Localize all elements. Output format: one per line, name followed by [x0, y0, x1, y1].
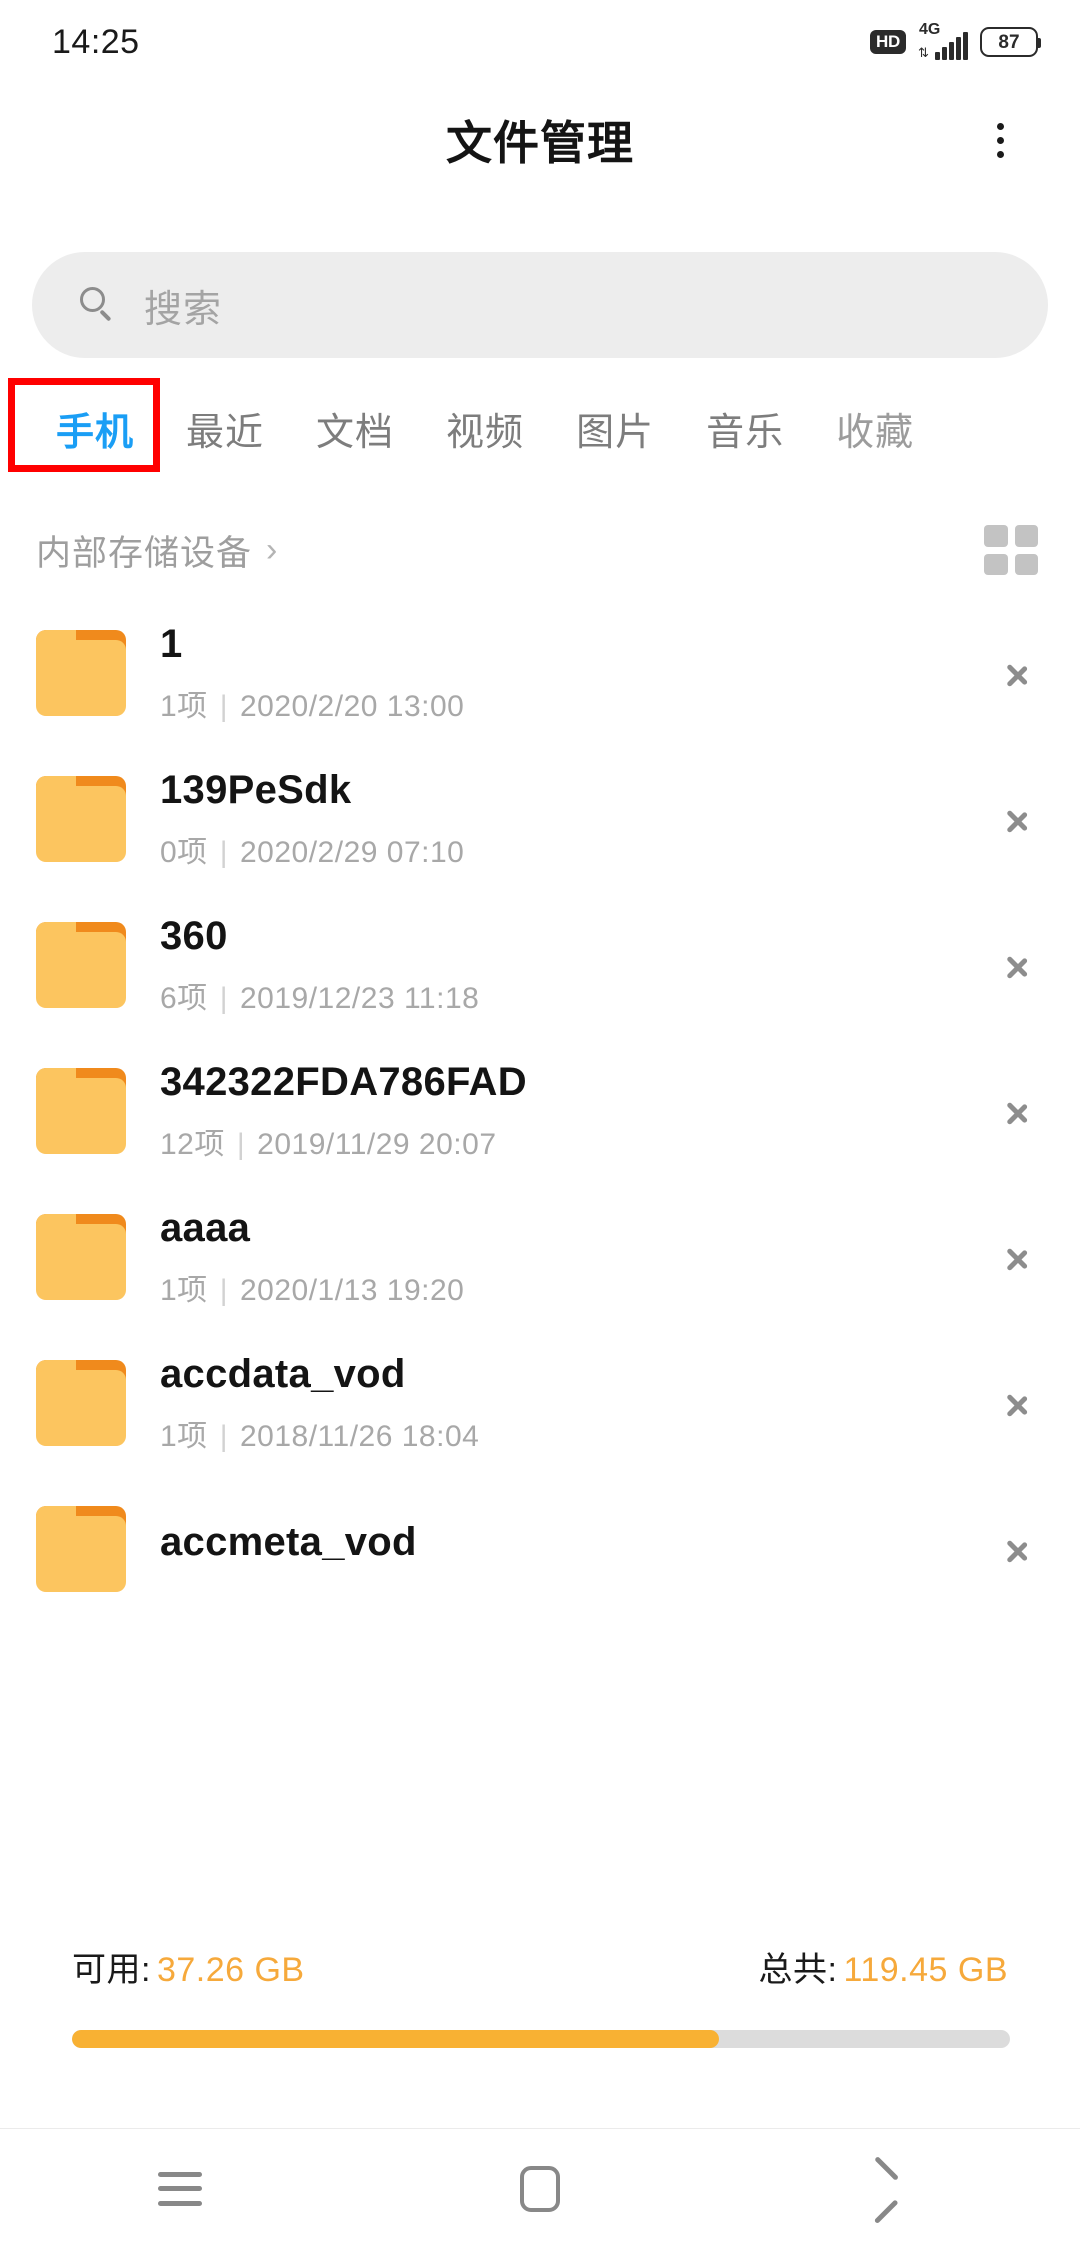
list-item[interactable]: aaaa 1项 | 2020/1/13 19:20 [0, 1184, 1080, 1330]
file-name: 1 [160, 621, 183, 666]
file-meta: 1项 | 2020/2/20 13:00 [160, 689, 465, 723]
total-storage-value: 119.45 GB [843, 1951, 1008, 1989]
file-name: accdata_vod [160, 1351, 406, 1396]
app-bar: 文件管理 [0, 84, 1080, 196]
storage-labels: 可用: 37.26 GB 总共: 119.45 GB [0, 1942, 1080, 1991]
breadcrumb[interactable]: 内部存储设备 › [36, 525, 278, 576]
folder-icon [36, 1506, 126, 1592]
chevron-right-icon [998, 643, 1038, 703]
storage-summary: 可用: 37.26 GB 总共: 119.45 GB [0, 1924, 1080, 2120]
recents-icon [158, 2171, 202, 2206]
file-meta: 1项 | 2018/11/26 18:04 [160, 1419, 480, 1453]
file-meta: 6项 | 2019/12/23 11:18 [160, 981, 480, 1015]
chevron-right-icon [998, 935, 1038, 995]
status-bar: 14:25 HD 4G ⇅ 87 [0, 0, 1080, 84]
home-button[interactable] [470, 2129, 610, 2248]
breadcrumb-label: 内部存储设备 [36, 533, 253, 573]
folder-icon [36, 922, 126, 1008]
storage-progress-bar [72, 2030, 1010, 2048]
data-transfer-icon: ⇅ [918, 45, 929, 60]
list-item[interactable]: 1 1项 | 2020/2/20 13:00 [0, 600, 1080, 746]
signal-icon: 4G ⇅ [918, 21, 968, 60]
back-button[interactable] [830, 2129, 970, 2248]
file-meta: 0项 | 2020/2/29 07:10 [160, 835, 465, 869]
available-storage-value: 37.26 GB [156, 1951, 305, 1989]
file-list[interactable]: 1 1项 | 2020/2/20 13:00 139PeSdk 0项 | 2020/2/… [0, 600, 1080, 1890]
list-item[interactable]: 139PeSdk 0项 | 2020/2/29 07:10 [0, 746, 1080, 892]
page-title: 文件管理 [446, 117, 634, 169]
tab-music[interactable]: 音乐 [680, 401, 810, 456]
list-item[interactable]: 360 6项 | 2019/12/23 11:18 [0, 892, 1080, 1038]
file-name: 342322FDA786FAD [160, 1059, 527, 1104]
folder-icon [36, 630, 126, 716]
chevron-right-icon [998, 1227, 1038, 1287]
tab-phone[interactable]: 手机 [30, 401, 160, 456]
breadcrumb-row: 内部存储设备 › [0, 500, 1080, 600]
battery-icon: 87 [980, 27, 1041, 57]
folder-icon [36, 1360, 126, 1446]
folder-icon [36, 776, 126, 862]
tab-documents[interactable]: 文档 [290, 401, 420, 456]
folder-icon [36, 1068, 126, 1154]
system-navigation-bar [0, 2128, 1080, 2248]
home-icon [520, 2165, 560, 2212]
total-storage-label: 总共: [758, 1951, 838, 1989]
recents-button[interactable] [110, 2129, 250, 2248]
network-type-label: 4G [919, 21, 941, 38]
chevron-right-icon [998, 1519, 1038, 1579]
file-name: 139PeSdk [160, 767, 352, 812]
more-options-icon[interactable] [970, 110, 1030, 170]
grid-view-icon[interactable] [984, 525, 1038, 575]
storage-progress-fill [72, 2030, 720, 2048]
file-manager-screen: 14:25 HD 4G ⇅ 87 文件管理 搜索 手机 最近 文档 视频 图片 … [0, 0, 1080, 2248]
status-time: 14:25 [52, 22, 140, 61]
file-name: aaaa [160, 1205, 251, 1250]
list-item[interactable]: 342322FDA786FAD 12项 | 2019/11/29 20:07 [0, 1038, 1080, 1184]
chevron-right-icon: › [266, 530, 279, 569]
hd-icon: HD [870, 30, 906, 54]
folder-icon [36, 1214, 126, 1300]
list-item[interactable]: accdata_vod 1项 | 2018/11/26 18:04 [0, 1330, 1080, 1476]
search-input[interactable]: 搜索 [32, 252, 1048, 358]
chevron-right-icon [998, 789, 1038, 849]
chevron-right-icon [998, 1373, 1038, 1433]
chevron-right-icon [998, 1081, 1038, 1141]
tab-recent[interactable]: 最近 [160, 401, 290, 456]
file-meta: 1项 | 2020/1/13 19:20 [160, 1273, 465, 1307]
status-icons: HD 4G ⇅ 87 [870, 21, 1041, 60]
battery-level-label: 87 [998, 31, 1020, 53]
tab-favorites[interactable]: 收藏 [810, 401, 940, 456]
available-storage: 可用: 37.26 GB [72, 1942, 305, 1991]
category-tabs[interactable]: 手机 最近 文档 视频 图片 音乐 收藏 [0, 382, 1080, 474]
total-storage: 总共: 119.45 GB [759, 1942, 1009, 1991]
tabs-scroll-fade [984, 382, 1080, 474]
search-icon [80, 287, 116, 323]
file-name: accmeta_vod [160, 1519, 417, 1564]
back-icon [883, 2161, 917, 2217]
search-bar[interactable]: 搜索 [32, 252, 1048, 358]
file-name: 360 [160, 913, 228, 958]
list-item[interactable]: accmeta_vod [0, 1476, 1080, 1622]
tab-videos[interactable]: 视频 [420, 401, 550, 456]
file-meta: 12项 | 2019/11/29 20:07 [160, 1127, 497, 1161]
tab-pictures[interactable]: 图片 [550, 401, 680, 456]
search-placeholder: 搜索 [144, 288, 223, 331]
available-storage-label: 可用: [72, 1951, 151, 1989]
